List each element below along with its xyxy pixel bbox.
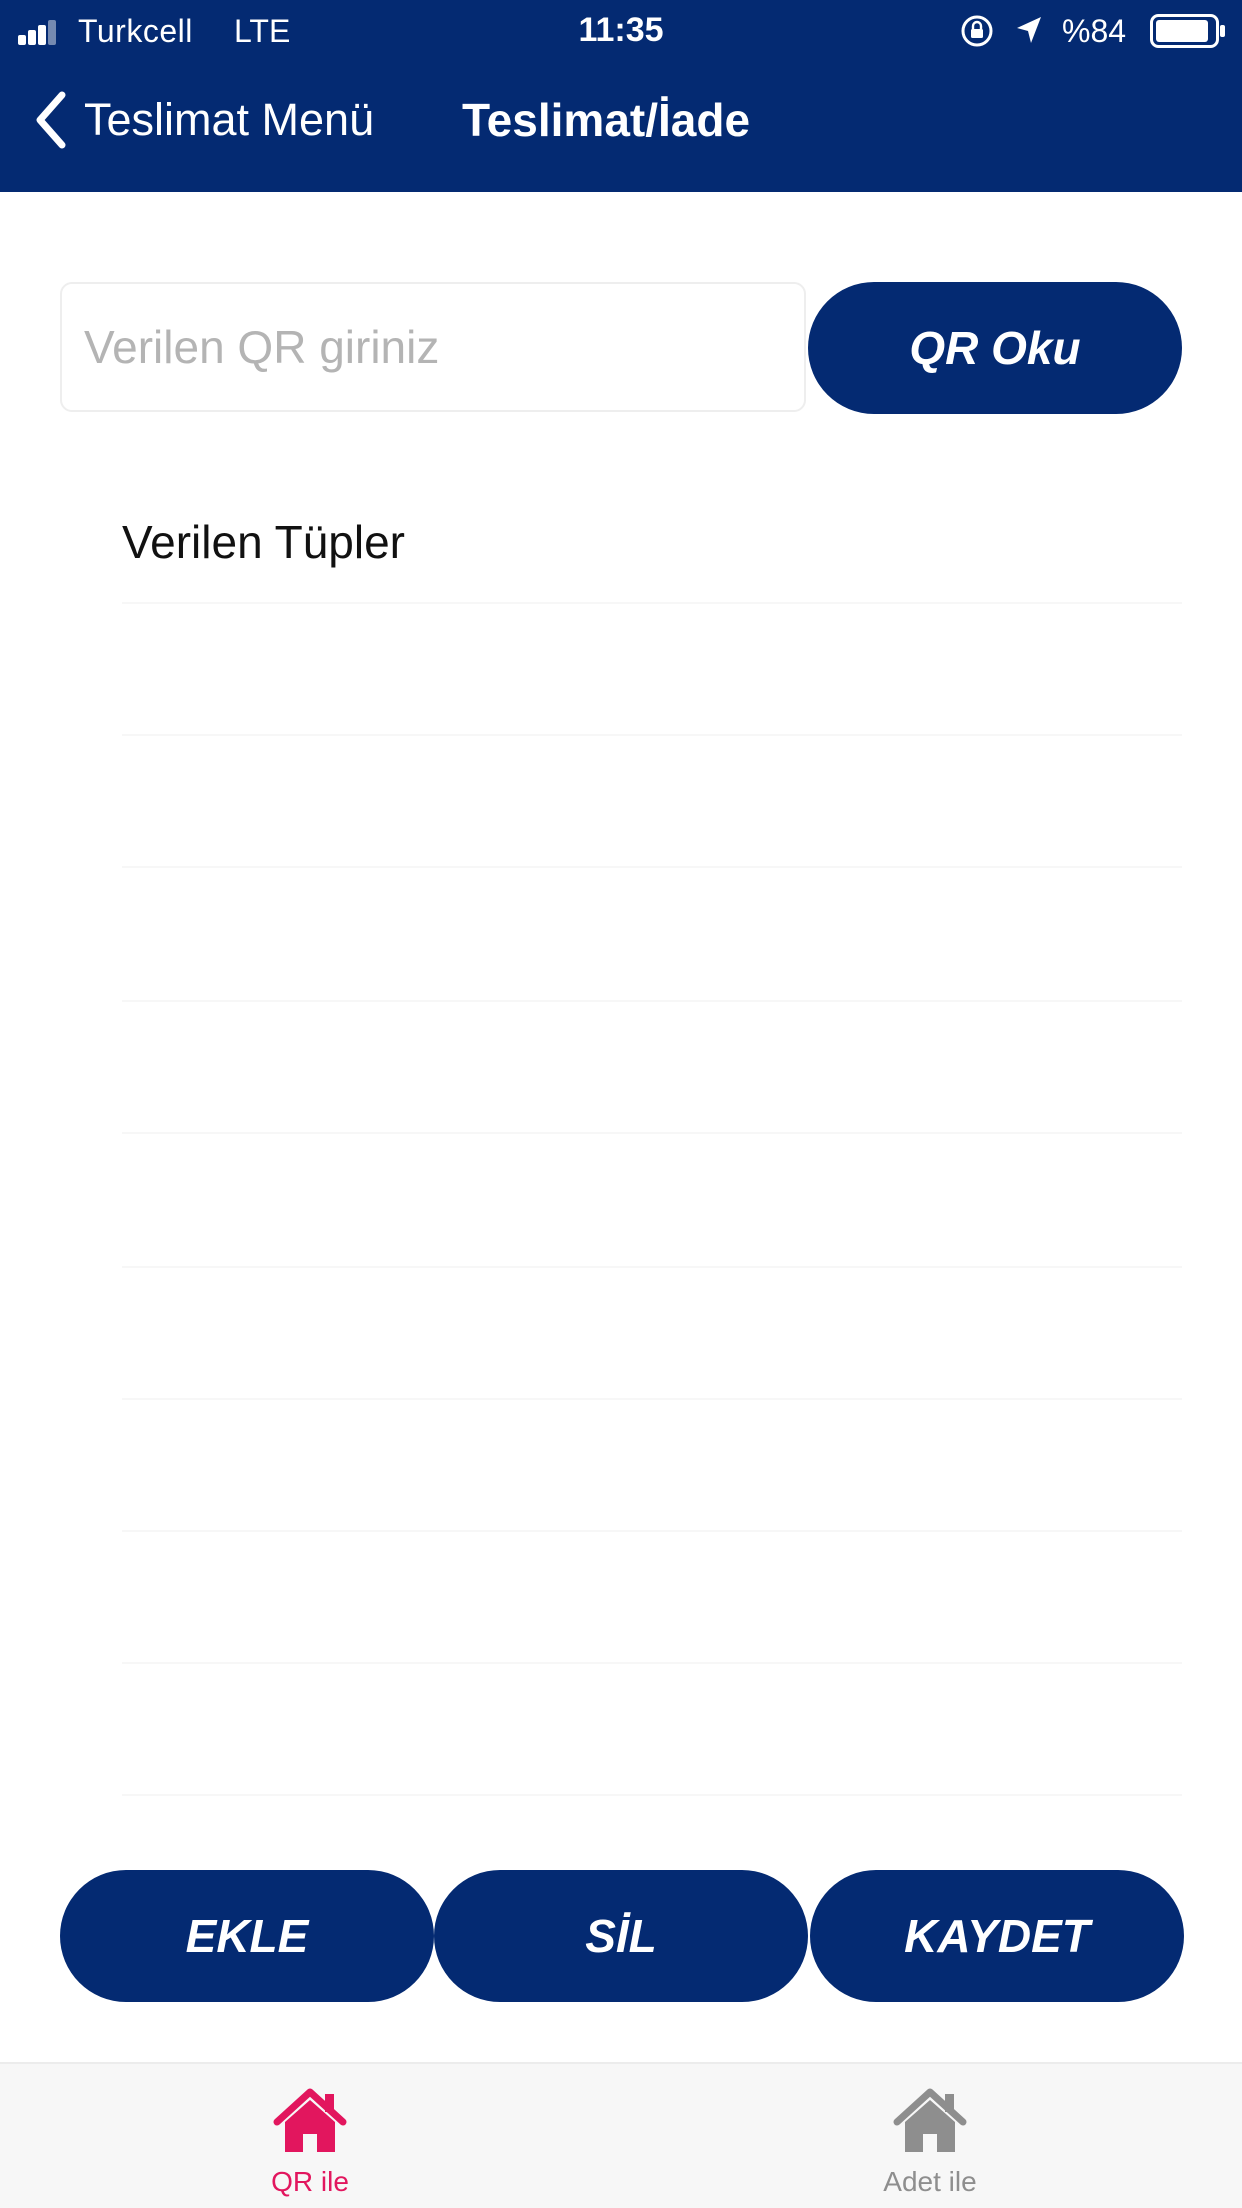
back-label: Teslimat Menü <box>84 94 375 145</box>
tab-count-label: Adet ile <box>883 2166 977 2197</box>
location-icon <box>1017 17 1041 43</box>
list-divider <box>122 1398 1182 1400</box>
list-divider <box>122 1266 1182 1268</box>
orientation-lock-icon <box>961 15 993 47</box>
delete-button[interactable]: SİL <box>434 1870 808 2002</box>
list-divider <box>122 866 1182 868</box>
save-button[interactable]: KAYDET <box>810 1870 1184 2002</box>
tab-qr-label: QR ile <box>271 2166 349 2197</box>
qr-code-input[interactable] <box>60 282 806 412</box>
status-time: 11:35 <box>578 11 664 49</box>
list-divider <box>122 1662 1182 1664</box>
tab-count[interactable]: Adet ile <box>780 2064 1080 2208</box>
list-divider <box>122 1000 1182 1002</box>
list-divider <box>122 1530 1182 1532</box>
list-divider <box>122 1794 1182 1796</box>
home-icon <box>893 2088 967 2152</box>
delivered-tubes-header: Verilen Tüpler <box>122 516 405 568</box>
back-button[interactable]: Teslimat Menü <box>30 84 374 156</box>
tab-qr[interactable]: QR ile <box>160 2064 460 2208</box>
list-divider <box>122 1132 1182 1134</box>
battery-icon <box>1150 14 1225 48</box>
home-icon <box>273 2088 347 2152</box>
qr-read-button[interactable]: QR Oku <box>808 282 1182 414</box>
add-button[interactable]: EKLE <box>60 1870 434 2002</box>
list-divider <box>122 734 1182 736</box>
page-title: Teslimat/İade <box>462 94 751 146</box>
battery-percentage: %84 <box>1062 13 1127 49</box>
navigation-bar: Teslimat Menü Teslimat/İade <box>0 62 1242 192</box>
app-header: Turkcell LTE 11:35 %84 Teslimat Menü Tes… <box>0 0 1242 192</box>
list-divider <box>122 602 1182 604</box>
chevron-left-icon <box>36 91 66 149</box>
status-bar: Turkcell LTE 11:35 %84 <box>0 0 1242 62</box>
tab-bar: QR ile Adet ile <box>0 2062 1242 2208</box>
